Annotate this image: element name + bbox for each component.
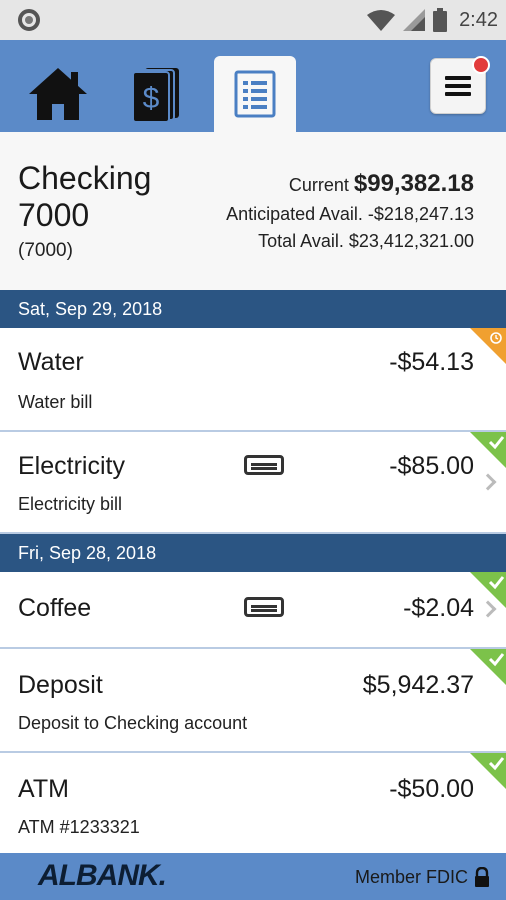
transaction-row[interactable]: Deposit Deposit to Checking account $5,9… xyxy=(0,649,506,753)
account-number: (7000) xyxy=(18,240,73,261)
anticipated-balance: Anticipated Avail. -$218,247.13 xyxy=(226,204,474,225)
dollar-cards-icon: $ xyxy=(132,68,179,122)
cleared-check-icon xyxy=(470,753,506,789)
account-summary: Checking 7000 (7000) Current $99,382.18 … xyxy=(0,132,506,290)
chevron-right-icon xyxy=(479,473,497,491)
anticipated-balance-amount: -$218,247.13 xyxy=(367,204,474,224)
transaction-title: Water xyxy=(18,348,84,376)
lock-icon xyxy=(475,867,489,887)
transaction-description: Electricity bill xyxy=(18,494,123,514)
svg-text:$: $ xyxy=(143,82,160,115)
transaction-amount: -$50.00 xyxy=(389,775,474,803)
notification-circle-icon xyxy=(18,9,40,31)
status-icons: 2:42 xyxy=(367,6,498,34)
current-balance-amount: $99,382.18 xyxy=(353,170,474,197)
footer-bar: ALBANK. Member FDIC xyxy=(0,853,506,900)
transaction-amount: -$54.13 xyxy=(389,348,474,376)
total-balance-label: Total Avail. xyxy=(258,231,344,251)
transaction-row[interactable]: Coffee -$2.04 xyxy=(0,572,506,649)
status-time: 2:42 xyxy=(459,8,498,31)
tab-activity[interactable] xyxy=(214,56,296,132)
tab-home[interactable] xyxy=(18,56,98,132)
transaction-description: Water bill xyxy=(18,392,93,412)
member-fdic-label: Member FDIC xyxy=(354,867,468,887)
card-icon xyxy=(244,597,284,617)
anticipated-balance-label: Anticipated Avail. xyxy=(226,204,363,224)
current-balance: Current $99,382.18 xyxy=(289,170,474,198)
document-list-icon xyxy=(234,70,276,118)
status-bar: 2:42 xyxy=(0,0,506,40)
date-header: Sat, Sep 29, 2018 xyxy=(0,290,506,328)
battery-icon xyxy=(433,8,448,32)
transaction-description: Deposit to Checking account xyxy=(18,713,248,733)
card-icon xyxy=(244,455,284,475)
home-icon xyxy=(29,68,87,120)
hamburger-menu-icon xyxy=(445,76,471,96)
transaction-title: Coffee xyxy=(18,594,92,622)
transaction-amount: -$85.00 xyxy=(389,452,474,480)
transaction-title: ATM xyxy=(18,775,69,803)
cell-signal-icon xyxy=(403,9,426,31)
cleared-check-icon xyxy=(470,432,506,468)
transaction-title: Electricity xyxy=(18,452,125,480)
transaction-row[interactable]: ATM ATM #1233321 -$50.00 xyxy=(0,753,506,853)
account-name: Checking 7000 xyxy=(18,160,152,233)
bank-logo: ALBANK. xyxy=(38,859,167,892)
total-balance: Total Avail. $23,412,321.00 xyxy=(258,231,474,252)
cleared-check-icon xyxy=(470,649,506,685)
tab-accounts[interactable]: $ xyxy=(116,56,196,132)
pending-clock-icon xyxy=(470,328,506,364)
current-balance-label: Current xyxy=(288,175,349,195)
transaction-amount: $5,942.37 xyxy=(362,671,474,699)
transaction-row[interactable]: Electricity Electricity bill -$85.00 xyxy=(0,432,506,534)
notification-badge xyxy=(472,56,490,74)
transaction-title: Deposit xyxy=(18,671,103,699)
date-header: Fri, Sep 28, 2018 xyxy=(0,534,506,572)
transaction-amount: -$2.04 xyxy=(403,594,474,622)
total-balance-amount: $23,412,321.00 xyxy=(348,231,474,251)
transaction-row[interactable]: Water Water bill -$54.13 xyxy=(0,328,506,432)
wifi-icon xyxy=(367,10,396,31)
transaction-description: ATM #1233321 xyxy=(18,817,140,837)
cleared-check-icon xyxy=(470,572,506,608)
